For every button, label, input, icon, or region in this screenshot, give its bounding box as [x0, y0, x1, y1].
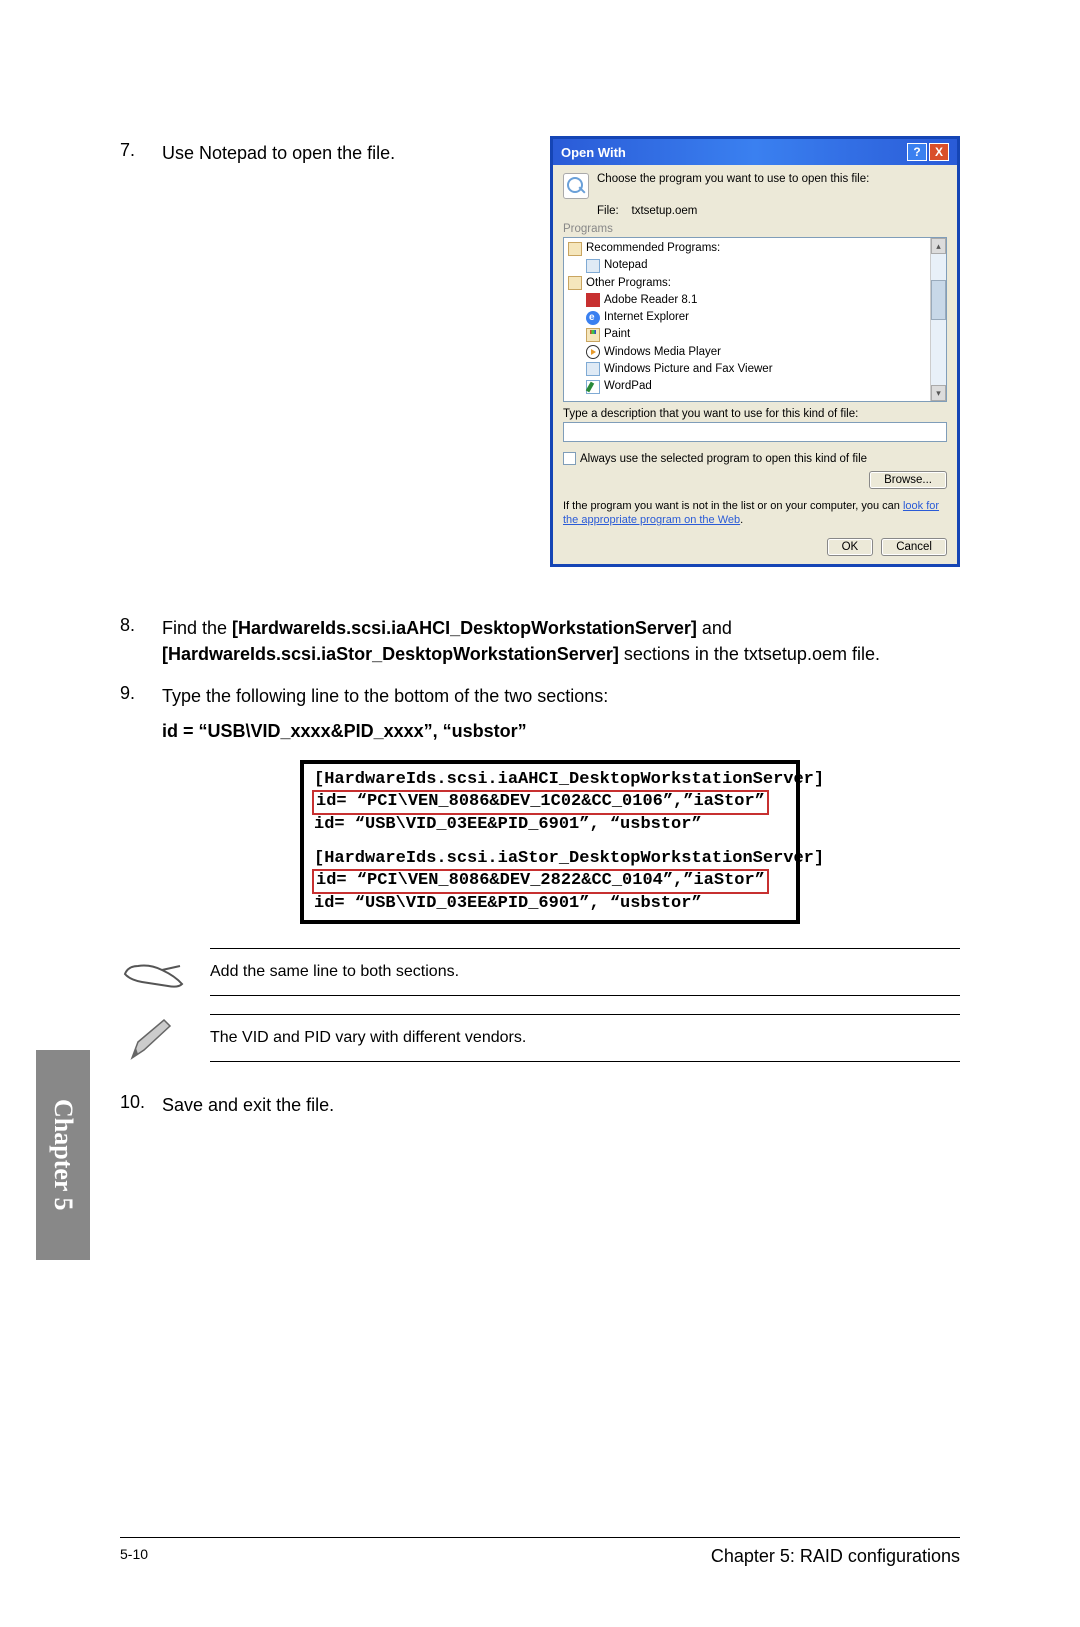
page-number: 5-10 — [120, 1546, 148, 1567]
hand-pointing-icon — [120, 948, 190, 1000]
chapter-tab: Chapter 5 — [36, 1050, 90, 1260]
code-box: [HardwareIds.scsi.iaAHCI_DesktopWorkstat… — [300, 760, 800, 924]
dialog-title-text: Open With — [561, 145, 626, 160]
codebox-sec2-add: id= “USB\VID_03EE&PID_6901”, “usbstor” — [314, 894, 786, 914]
pdf-icon — [586, 293, 600, 307]
codebox-sec2-id: id= “PCI\VEN_8086&DEV_2822&CC_0104”,”iaS… — [312, 869, 769, 893]
pencil-icon — [120, 1014, 190, 1066]
ok-button[interactable]: OK — [827, 538, 874, 556]
program-wordpad[interactable]: WordPad — [568, 378, 926, 395]
wordpad-icon — [586, 380, 600, 394]
category-recommended: Recommended Programs: — [568, 240, 926, 257]
dialog-message: Choose the program you want to use to op… — [597, 173, 869, 199]
description-label: Type a description that you want to use … — [563, 408, 947, 420]
step-7-text: Use Notepad to open the file. — [162, 140, 430, 166]
wmp-icon — [586, 345, 600, 359]
always-use-checkbox[interactable] — [563, 452, 576, 465]
browse-button[interactable]: Browse... — [869, 471, 947, 489]
program-adobe[interactable]: Adobe Reader 8.1 — [568, 292, 926, 309]
program-picfax[interactable]: Windows Picture and Fax Viewer — [568, 361, 926, 378]
step-9-text: Type the following line to the bottom of… — [162, 683, 960, 709]
scroll-down-button[interactable]: ▾ — [931, 385, 946, 401]
program-notepad[interactable]: Notepad — [568, 257, 926, 274]
paint-icon — [586, 328, 600, 342]
chapter-title-footer: Chapter 5: RAID configurations — [711, 1546, 960, 1567]
program-list[interactable]: Recommended Programs: Notepad Other Prog… — [563, 237, 947, 402]
ie-icon — [586, 311, 600, 325]
step-10-number: 10. — [120, 1092, 162, 1118]
step-10-text: Save and exit the file. — [162, 1092, 960, 1118]
program-paint[interactable]: Paint — [568, 326, 926, 343]
folder-icon — [568, 242, 582, 256]
page-footer: 5-10 Chapter 5: RAID configurations — [120, 1537, 960, 1567]
step-8-number: 8. — [120, 615, 162, 667]
program-ie[interactable]: Internet Explorer — [568, 309, 926, 326]
codebox-sec1-id: id= “PCI\VEN_8086&DEV_1C02&CC_0106”,”iaS… — [312, 790, 769, 814]
file-name: txtsetup.oem — [632, 205, 698, 217]
scroll-track[interactable] — [931, 254, 946, 385]
step-8-text: Find the [HardwareIds.scsi.iaAHCI_Deskto… — [162, 615, 960, 667]
always-use-label: Always use the selected program to open … — [580, 453, 867, 465]
picture-icon — [586, 362, 600, 376]
step-7-number: 7. — [120, 140, 162, 166]
step-9-number: 9. — [120, 683, 162, 709]
program-wmp[interactable]: Windows Media Player — [568, 344, 926, 361]
codebox-sec2-header: [HardwareIds.scsi.iaStor_DesktopWorkstat… — [314, 849, 786, 869]
folder-icon — [568, 276, 582, 290]
category-other: Other Programs: — [568, 275, 926, 292]
scrollbar[interactable]: ▴ ▾ — [930, 238, 946, 401]
file-label: File: — [597, 205, 619, 217]
dialog-titlebar: Open With ? X — [553, 139, 957, 165]
search-icon — [563, 173, 589, 199]
notepad-icon — [586, 259, 600, 273]
web-lookup-text: If the program you want is not in the li… — [563, 499, 947, 528]
codebox-sec1-header: [HardwareIds.scsi.iaAHCI_DesktopWorkstat… — [314, 770, 786, 790]
code-line-template: id = “USB\VID_xxxx&PID_xxxx”, “usbstor” — [162, 721, 960, 742]
cancel-button[interactable]: Cancel — [881, 538, 947, 556]
note-1-text: Add the same line to both sections. — [210, 948, 960, 996]
note-2-text: The VID and PID vary with different vend… — [210, 1014, 960, 1062]
close-button[interactable]: X — [929, 143, 949, 161]
scroll-thumb[interactable] — [931, 280, 946, 320]
help-button[interactable]: ? — [907, 143, 927, 161]
open-with-dialog: Open With ? X Choose the program you wan… — [550, 136, 960, 567]
codebox-sec1-add: id= “USB\VID_03EE&PID_6901”, “usbstor” — [314, 815, 786, 835]
description-input[interactable] — [563, 422, 947, 442]
programs-label: Programs — [563, 223, 947, 235]
scroll-up-button[interactable]: ▴ — [931, 238, 946, 254]
